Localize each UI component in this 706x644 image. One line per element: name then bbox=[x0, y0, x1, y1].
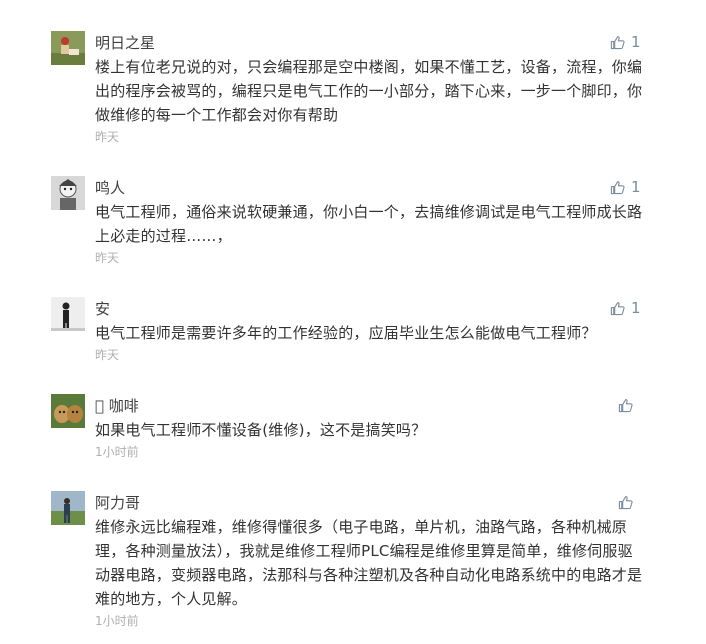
like-button[interactable]: 1 bbox=[610, 33, 641, 51]
like-count: 1 bbox=[631, 178, 641, 196]
like-button[interactable] bbox=[618, 396, 633, 414]
comment-username[interactable]: 安 bbox=[95, 299, 110, 319]
comment-time: 1小时前 bbox=[95, 614, 139, 628]
person-standing-icon[interactable] bbox=[51, 491, 85, 525]
comment-time: 昨天 bbox=[95, 251, 120, 265]
comment-text: 电气工程师，通俗来说软硬兼通，你小白一个，去搞维修调试是电气工程师成长路上必走的… bbox=[95, 203, 643, 245]
comment-text: 电气工程师是需要许多年的工作经验的，应届毕业生怎么能做电气工程师？ bbox=[95, 324, 597, 342]
comment-item: 安 1 电气工程师是需要许多年的工作经验的，应届毕业生怎么能做电气工程师？ 昨天 bbox=[0, 297, 706, 369]
anime-character-icon[interactable] bbox=[51, 176, 85, 210]
comment-username[interactable]: 鸣人 bbox=[95, 178, 125, 198]
thumbs-up-icon bbox=[618, 398, 633, 413]
comment-list: 明日之星 1 楼上有位老兄说的对，只会编程那是空中楼阁，如果不懂工艺，设备，流程… bbox=[0, 0, 706, 644]
comment-username[interactable]:   咖啡 bbox=[95, 396, 139, 416]
comment-item:   咖啡 如果电气工程师不懂设备(维修)，这不是搞笑吗？ 1小时前 bbox=[0, 394, 706, 464]
comment-username[interactable]: 阿力哥 bbox=[95, 493, 140, 513]
comment-username[interactable]: 明日之星 bbox=[95, 33, 155, 53]
comment-text: 如果电气工程师不懂设备(维修)，这不是搞笑吗？ bbox=[95, 421, 427, 439]
thumbs-up-icon bbox=[610, 180, 625, 195]
like-button[interactable]: 1 bbox=[610, 299, 641, 317]
like-button[interactable]: 1 bbox=[610, 178, 641, 196]
comment-time: 昨天 bbox=[95, 130, 120, 144]
comment-text: 楼上有位老兄说的对，只会编程那是空中楼阁，如果不懂工艺，设备，流程，你编出的程序… bbox=[95, 58, 643, 124]
thumbs-up-icon bbox=[618, 495, 633, 510]
comment-item: 鸣人 1 电气工程师，通俗来说软硬兼通，你小白一个，去搞维修调试是电气工程师成长… bbox=[0, 176, 706, 272]
like-count: 1 bbox=[631, 33, 641, 51]
comment-time: 1小时前 bbox=[95, 445, 139, 459]
comment-item: 阿力哥 维修永远比编程难，维修得懂很多（电子电路，单片机，油路气路，各种机械原理… bbox=[0, 491, 706, 641]
silhouette-figure-icon[interactable] bbox=[51, 297, 85, 331]
like-button[interactable] bbox=[618, 493, 633, 511]
thumbs-up-icon bbox=[610, 301, 625, 316]
person-outdoor-icon[interactable] bbox=[51, 31, 85, 65]
like-count: 1 bbox=[631, 299, 641, 317]
thumbs-up-icon bbox=[610, 35, 625, 50]
comment-time: 昨天 bbox=[95, 348, 120, 362]
comment-item: 明日之星 1 楼上有位老兄说的对，只会编程那是空中楼阁，如果不懂工艺，设备，流程… bbox=[0, 31, 706, 151]
puppy-icon[interactable] bbox=[51, 394, 85, 428]
comment-text: 维修永远比编程难，维修得懂很多（电子电路，单片机，油路气路，各种机械原理，各种测… bbox=[95, 518, 643, 608]
